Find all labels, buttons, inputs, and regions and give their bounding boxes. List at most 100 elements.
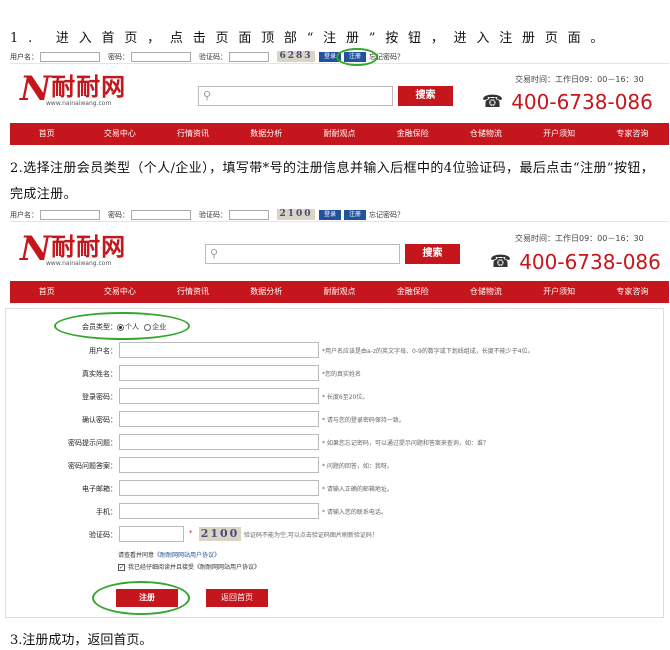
captcha-field[interactable] bbox=[119, 526, 184, 542]
nav-item[interactable]: 仓储物流 bbox=[449, 123, 522, 145]
nav-item[interactable]: 行情资讯 bbox=[156, 281, 229, 303]
field-hint: *用户名应该是由a-z的英文字母、0-9的数字或下划线组成，长度不能少于4位。 bbox=[322, 348, 534, 355]
field-label: 电子邮箱： bbox=[82, 485, 117, 493]
nav-item[interactable]: 耐耐观点 bbox=[303, 281, 376, 303]
nav-item[interactable]: 开户须知 bbox=[523, 281, 596, 303]
confirm-password-field[interactable] bbox=[119, 411, 319, 427]
password-field[interactable] bbox=[119, 388, 319, 404]
site-header: N 耐耐网 www.nainaiwang.com ⚲ 搜索 交易时间：工作日09… bbox=[10, 224, 669, 280]
username-input[interactable] bbox=[40, 209, 100, 220]
logo-name: 耐耐网 bbox=[51, 73, 127, 101]
question-field[interactable] bbox=[119, 434, 319, 450]
captcha-image[interactable]: 2100 bbox=[277, 209, 315, 220]
captcha-input[interactable] bbox=[229, 51, 269, 62]
field-label: 密码提示问题： bbox=[68, 439, 117, 447]
realname-field[interactable] bbox=[119, 365, 319, 381]
register-button[interactable]: 注册 bbox=[344, 209, 367, 220]
phone-icon: ☎ bbox=[482, 92, 504, 112]
step-2-text: 2.选择注册会员类型（个人/企业），填写带*号的注册信息并输入后框中的4位验证码… bbox=[10, 161, 655, 202]
agreement-check-text: 我已经仔细阅读并且接受 bbox=[128, 564, 195, 571]
nav-item[interactable]: 仓储物流 bbox=[449, 281, 522, 303]
search-box: ⚲ 搜索 bbox=[198, 86, 453, 106]
highlight-circle bbox=[92, 581, 190, 615]
logo-url: www.nainaiwang.com bbox=[46, 260, 112, 267]
nav-item[interactable]: 首页 bbox=[10, 281, 83, 303]
field-label: 真实姓名： bbox=[82, 370, 117, 378]
agreement-link[interactable]: 《耐耐网网站用户协议》 bbox=[154, 552, 220, 559]
main-nav: 首页 交易中心 行情资讯 数据分析 耐耐观点 金融保险 仓储物流 开户须知 专家… bbox=[10, 281, 669, 303]
field-label: 确认密码： bbox=[82, 416, 117, 424]
step-3-text: 3.注册成功，返回首页。 bbox=[10, 633, 153, 648]
field-hint: *您的真实姓名 bbox=[322, 371, 362, 378]
answer-field[interactable] bbox=[119, 457, 319, 473]
nav-item[interactable]: 数据分析 bbox=[230, 281, 303, 303]
agreement-checkbox[interactable]: ✓ bbox=[118, 564, 125, 571]
field-label: 登录密码： bbox=[82, 393, 117, 401]
field-hint: * 长度6至20位。 bbox=[322, 394, 369, 401]
form-row-confirm-password: 确认密码： * 请与您的登录密码保持一致。 bbox=[6, 411, 660, 429]
nav-item[interactable]: 首页 bbox=[10, 123, 83, 145]
agreement-check-row: ✓ 我已经仔细阅读并且接受《耐耐网网站用户协议》 bbox=[118, 562, 260, 571]
forgot-password-link[interactable]: 忘记密码？ bbox=[369, 210, 404, 220]
password-label: 密码： bbox=[108, 210, 129, 219]
field-label: 密码问题答案： bbox=[68, 462, 117, 470]
form-row-mobile: 手机： * 请输入您的联系电话。 bbox=[6, 503, 660, 521]
nav-item[interactable]: 交易中心 bbox=[83, 123, 156, 145]
username-label: 用户名： bbox=[10, 52, 38, 61]
nav-item[interactable]: 专家咨询 bbox=[596, 281, 669, 303]
highlight-circle bbox=[54, 312, 190, 340]
form-row-realname: 真实姓名： *您的真实姓名 bbox=[6, 365, 660, 383]
required-star: * bbox=[189, 529, 193, 537]
magnifier-icon: ⚲ bbox=[203, 89, 212, 102]
trading-hours: 交易时间：工作日09：00－16：30 bbox=[515, 234, 644, 243]
agreement-prompt: 请查看并同意《耐耐网网站用户协议》 bbox=[118, 550, 220, 559]
search-input[interactable]: ⚲ bbox=[198, 86, 393, 106]
password-label: 密码： bbox=[108, 52, 129, 61]
nav-item[interactable]: 耐耐观点 bbox=[303, 123, 376, 145]
password-input[interactable] bbox=[131, 51, 191, 62]
search-input[interactable]: ⚲ bbox=[205, 244, 400, 264]
nav-item[interactable]: 开户须知 bbox=[523, 123, 596, 145]
form-row-username: 用户名： *用户名应该是由a-z的英文字母、0-9的数字或下划线组成，长度不能少… bbox=[6, 342, 660, 360]
search-button[interactable]: 搜索 bbox=[405, 244, 460, 264]
nav-item[interactable]: 行情资讯 bbox=[156, 123, 229, 145]
registration-form: 会员类型： 个人 企业 用户名： *用户名应该是由a-z的英文字母、0-9的数字… bbox=[5, 308, 664, 618]
site-logo[interactable]: N 耐耐网 www.nainaiwang.com bbox=[20, 72, 127, 107]
form-row-password: 登录密码： * 长度6至20位。 bbox=[6, 388, 660, 406]
hotline: ☎ 400-6738-086 bbox=[490, 250, 661, 274]
email-field[interactable] bbox=[119, 480, 319, 496]
username-input[interactable] bbox=[40, 51, 100, 62]
captcha-image[interactable]: 6283 bbox=[277, 51, 315, 62]
captcha-hint: 验证码不能为空,可以点击验证码图片刷新验证码！ bbox=[244, 532, 378, 539]
step-1-text: 1. 进入首页，点击页面顶部“注册”按钮，进入注册页面。 bbox=[10, 31, 614, 46]
form-row-question: 密码提示问题： * 如果您忘记密码，可以通过提示问题和答案来查询，如：谁？ bbox=[6, 434, 660, 452]
username-field[interactable] bbox=[119, 342, 319, 358]
search-box: ⚲ 搜索 bbox=[205, 244, 460, 264]
username-label: 用户名： bbox=[10, 210, 38, 219]
field-label: 用户名： bbox=[89, 347, 117, 355]
field-hint: * 请输入正确的邮箱地址。 bbox=[322, 486, 393, 493]
site-logo[interactable]: N 耐耐网 www.nainaiwang.com bbox=[20, 232, 126, 267]
search-button[interactable]: 搜索 bbox=[398, 86, 453, 106]
login-button[interactable]: 登录 bbox=[319, 209, 342, 220]
trading-hours: 交易时间：工作日09：00－16：30 bbox=[515, 75, 644, 84]
captcha-label: 验证码： bbox=[199, 210, 227, 219]
form-row-answer: 密码问题答案： * 问题的回答，如：我呀。 bbox=[6, 457, 660, 475]
form-row-email: 电子邮箱： * 请输入正确的邮箱地址。 bbox=[6, 480, 660, 498]
nav-item[interactable]: 交易中心 bbox=[83, 281, 156, 303]
mobile-field[interactable] bbox=[119, 503, 319, 519]
hotline-number: 400-6738-086 bbox=[511, 90, 653, 114]
captcha-input[interactable] bbox=[229, 209, 269, 220]
field-hint: * 请输入您的联系电话。 bbox=[322, 509, 387, 516]
agreement-check-link[interactable]: 《耐耐网网站用户协议》 bbox=[194, 564, 260, 571]
back-home-button[interactable]: 返回首页 bbox=[206, 589, 268, 607]
captcha-image[interactable]: 2100 bbox=[199, 527, 241, 541]
nav-item[interactable]: 专家咨询 bbox=[596, 123, 669, 145]
screenshot-home: 用户名： 密码： 验证码： 6283 登录 注册 忘记密码？ N 耐耐网 www… bbox=[10, 48, 669, 147]
nav-item[interactable]: 金融保险 bbox=[376, 281, 449, 303]
phone-icon: ☎ bbox=[490, 252, 512, 272]
nav-item[interactable]: 金融保险 bbox=[376, 123, 449, 145]
password-input[interactable] bbox=[131, 209, 191, 220]
nav-item[interactable]: 数据分析 bbox=[230, 123, 303, 145]
highlight-circle bbox=[336, 48, 378, 66]
